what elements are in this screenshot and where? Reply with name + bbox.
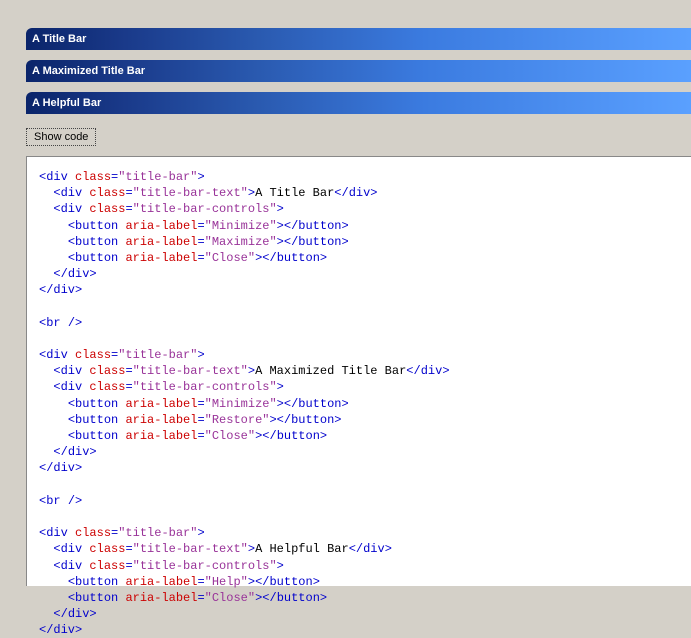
title-bar-3: A Helpful Bar <box>26 92 691 114</box>
title-bar-text: A Maximized Title Bar <box>32 65 145 77</box>
page-root: A Title Bar A Maximized Title Bar A Help… <box>0 0 691 586</box>
title-bar-text: A Title Bar <box>32 33 86 45</box>
show-code-button[interactable]: Show code <box>26 128 96 146</box>
title-bar-text: A Helpful Bar <box>32 97 101 109</box>
title-bar-2: A Maximized Title Bar <box>26 60 691 82</box>
code-panel: <div class="title-bar"> <div class="titl… <box>26 156 691 586</box>
title-bar-1: A Title Bar <box>26 28 691 50</box>
